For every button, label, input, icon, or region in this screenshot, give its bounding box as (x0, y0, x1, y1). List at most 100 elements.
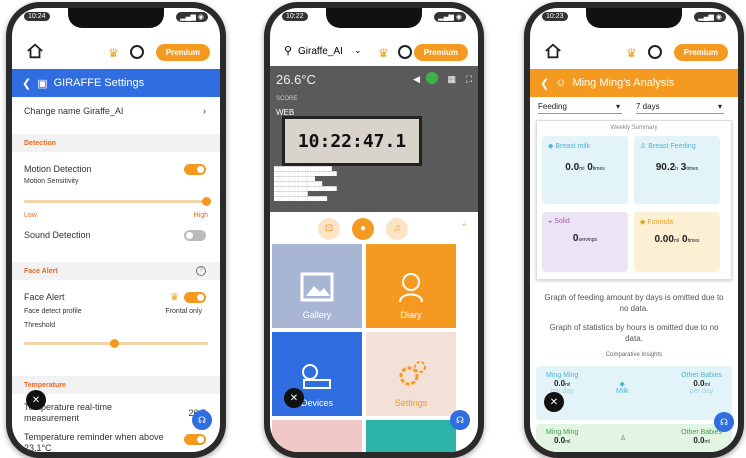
weekly-summary-label: Weekly Summary (610, 125, 658, 131)
sound-detection-toggle[interactable] (184, 230, 206, 241)
live-screen: 10:22 ▂▄▆ ◉ ⚲ Giraffe_AI ⌄ ♛ Premium 26.… (270, 8, 478, 452)
change-name-row[interactable]: Change name Giraffe_AI › (12, 106, 220, 120)
temperature-overlay: 26.6°C (276, 72, 316, 87)
settings-label: Settings (394, 398, 428, 408)
feeding-type-value: Feeding (538, 102, 567, 111)
breast-milk-value: 0.0ml 0times (548, 162, 622, 173)
music-icon[interactable]: ♫ (386, 218, 408, 240)
range-select[interactable]: 7 days ▾ (636, 102, 724, 114)
threshold-slider[interactable] (24, 339, 208, 348)
motion-detection-toggle[interactable] (184, 164, 206, 175)
crown-icon: ♛ (170, 292, 179, 303)
snapshot-icon[interactable]: ⊡ (318, 218, 340, 240)
crown-icon[interactable]: ♛ (108, 46, 119, 60)
support-icon[interactable]: ☊ (714, 412, 734, 432)
slider-high-label: High (193, 212, 208, 219)
change-name-label: Change name (24, 106, 81, 116)
premium-button[interactable]: Premium (413, 44, 468, 61)
breast-feeding-label: ♙ Breast Feeding (640, 142, 714, 150)
back-icon[interactable]: ❮ (22, 77, 31, 90)
feeding-type-select[interactable]: Feeding ▾ (538, 102, 622, 114)
crown-icon[interactable]: ♛ (378, 46, 389, 60)
motion-sensitivity-slider[interactable] (24, 197, 211, 206)
settings-tile[interactable]: Settings (366, 332, 456, 416)
face-alert-toggle[interactable] (184, 292, 206, 303)
premium-button[interactable]: Premium (155, 44, 210, 61)
compare-ming-ming-label: Ming Ming (546, 372, 579, 379)
grid-icon[interactable]: ▦ (447, 74, 456, 85)
compare-ming-ming-value: 0.0 (553, 379, 566, 388)
breast-milk-unit: ml (579, 166, 585, 172)
tile-partial-right[interactable] (366, 420, 456, 452)
sound-icon[interactable] (426, 72, 438, 84)
devices-label: Devices (300, 398, 333, 408)
back-icon[interactable]: ❮ (540, 77, 549, 90)
solid-value: 0servings (548, 233, 622, 244)
compare-breast-card[interactable]: Ming Ming 0.0ml ♙ Other Babies 0.0ml (536, 424, 732, 452)
volume-icon[interactable]: ◀ (413, 74, 420, 85)
crown-icon[interactable]: ♛ (626, 46, 637, 60)
gallery-icon (300, 272, 334, 302)
slider-knob[interactable] (110, 339, 120, 348)
formula-card[interactable]: ◆ Formula 0.00ml 0times (634, 212, 720, 272)
phone-settings: 10:24 ▂▄▆ ◉ ♛ Premium ❮ ▣ GIRAFFE Settin… (6, 2, 226, 458)
gallery-label: Gallery (302, 310, 332, 320)
camera-feed[interactable]: 26.6°C ◀ ▦ ⛶ SCORE WEB 10:22:47.1 ██████… (270, 66, 478, 212)
range-value: 7 days (636, 102, 660, 111)
breast-feeding-times-unit: times (686, 166, 699, 172)
device-name[interactable]: Giraffe_AI (298, 46, 343, 57)
tools-icon[interactable]: ✕ (26, 390, 46, 410)
chevron-up-icon[interactable]: ⌃ (460, 222, 468, 233)
user-icon[interactable] (130, 45, 144, 59)
breast-feeding-unit: h (675, 166, 678, 172)
compare-milk-card[interactable]: Ming Ming 0.0ml per day ◆ Milk Other Bab… (536, 366, 732, 420)
breast-milk-times-unit: times (592, 166, 605, 172)
devices-icon (302, 364, 331, 389)
tools-icon[interactable]: ✕ (284, 388, 304, 408)
compare-milk-label: Milk (616, 388, 629, 395)
user-icon[interactable] (398, 45, 412, 59)
home-icon[interactable] (544, 42, 562, 60)
home-icon[interactable] (26, 42, 44, 60)
compare-breast-other-value: 0.0 (693, 436, 705, 445)
compare-other-babies-label: Other Babies (681, 372, 722, 379)
support-icon[interactable]: ☊ (450, 410, 470, 430)
temp-reminder-toggle[interactable] (184, 434, 206, 445)
clock-display: 10:22:47.1 (282, 116, 422, 166)
mother-icon: ♙ (640, 143, 647, 150)
fullscreen-icon[interactable]: ⛶ (466, 74, 472, 85)
diary-tile[interactable]: Diary (366, 244, 456, 328)
solid-label: ◒ Solid (548, 218, 622, 225)
tile-partial-left[interactable] (272, 420, 362, 452)
tools-icon[interactable]: ✕ (544, 392, 564, 412)
microphone-icon[interactable]: ● (352, 218, 374, 240)
compare-breast-ming-ming-value: 0.0 (553, 436, 566, 445)
comparative-label: Comparative Insights (605, 352, 663, 358)
chevron-down-icon[interactable]: ⌄ (354, 45, 362, 56)
compare-other-babies: Other Babies 0.0ml per day (681, 372, 722, 395)
section-detection: Detection (12, 134, 220, 152)
camera-icon: ▣ (37, 77, 48, 90)
face-detect-profile-value[interactable]: Frontal only (12, 308, 220, 315)
dropdown-icon: ▾ (615, 102, 620, 111)
gallery-tile[interactable]: Gallery (272, 244, 362, 328)
compare-breast-ming-ming-unit: ml (565, 439, 571, 445)
threshold-label: Threshold (24, 322, 56, 329)
status-time: 10:23 (542, 12, 568, 21)
breast-milk-card[interactable]: ◆ Breast milk 0.0ml 0times (542, 136, 628, 204)
breast-feeding-card[interactable]: ♙ Breast Feeding 90.2h 3times (634, 136, 720, 204)
help-icon[interactable]: ? (196, 266, 206, 276)
camera-log-overlay: ████████████████████████ ████████████████… (274, 166, 337, 201)
formula-icon: ◆ (640, 219, 646, 226)
compare-other-value: 0.0 (693, 379, 705, 388)
compare-breast-other: Other Babies 0.0ml (681, 429, 722, 445)
solid-card[interactable]: ◒ Solid 0servings (542, 212, 628, 272)
settings-screen: 10:24 ▂▄▆ ◉ ♛ Premium ❮ ▣ GIRAFFE Settin… (12, 8, 220, 452)
compare-breast-ming-ming-label: Ming Ming (546, 429, 579, 436)
slider-knob[interactable] (202, 197, 211, 206)
user-icon[interactable] (648, 45, 662, 59)
settings-header: ❮ ▣ GIRAFFE Settings (12, 69, 220, 97)
support-icon[interactable]: ☊ (192, 410, 212, 430)
phone-analysis: 10:23 ▂▄▆ ◉ ♛ Premium ❮ ☺ Ming Ming's An… (524, 2, 744, 458)
premium-button[interactable]: Premium (673, 44, 728, 61)
